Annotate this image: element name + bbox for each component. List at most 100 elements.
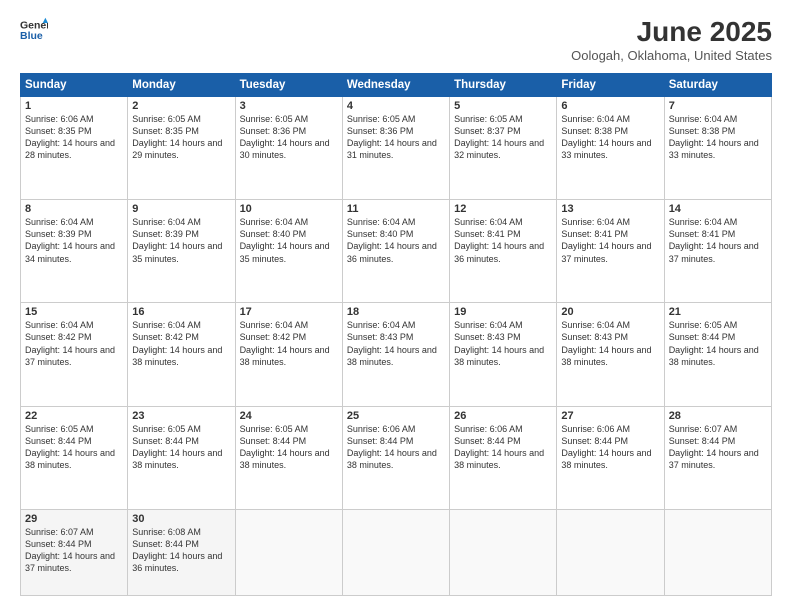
title-area: June 2025 Oologah, Oklahoma, United Stat… — [571, 16, 772, 63]
day-info: Sunrise: 6:04 AMSunset: 8:42 PMDaylight:… — [25, 319, 123, 368]
week-row-4: 22 Sunrise: 6:05 AMSunset: 8:44 PMDaylig… — [21, 406, 772, 509]
day-info: Sunrise: 6:05 AMSunset: 8:35 PMDaylight:… — [132, 113, 230, 162]
day-info: Sunrise: 6:05 AMSunset: 8:36 PMDaylight:… — [240, 113, 338, 162]
day-cell: 11 Sunrise: 6:04 AMSunset: 8:40 PMDaylig… — [342, 200, 449, 303]
day-number: 17 — [240, 306, 338, 318]
day-cell: 8 Sunrise: 6:04 AMSunset: 8:39 PMDayligh… — [21, 200, 128, 303]
day-info: Sunrise: 6:06 AMSunset: 8:44 PMDaylight:… — [454, 423, 552, 472]
day-cell: 6 Sunrise: 6:04 AMSunset: 8:38 PMDayligh… — [557, 97, 664, 200]
day-number: 4 — [347, 100, 445, 112]
day-info: Sunrise: 6:06 AMSunset: 8:35 PMDaylight:… — [25, 113, 123, 162]
day-cell: 17 Sunrise: 6:04 AMSunset: 8:42 PMDaylig… — [235, 303, 342, 406]
logo-icon: General Blue — [20, 16, 48, 44]
col-thursday: Thursday — [450, 74, 557, 97]
day-number: 19 — [454, 306, 552, 318]
day-number: 5 — [454, 100, 552, 112]
day-number: 30 — [132, 513, 230, 525]
day-info: Sunrise: 6:04 AMSunset: 8:43 PMDaylight:… — [347, 319, 445, 368]
day-info: Sunrise: 6:04 AMSunset: 8:43 PMDaylight:… — [561, 319, 659, 368]
day-cell: 22 Sunrise: 6:05 AMSunset: 8:44 PMDaylig… — [21, 406, 128, 509]
day-number: 11 — [347, 203, 445, 215]
day-cell: 27 Sunrise: 6:06 AMSunset: 8:44 PMDaylig… — [557, 406, 664, 509]
day-number: 10 — [240, 203, 338, 215]
col-friday: Friday — [557, 74, 664, 97]
day-info: Sunrise: 6:04 AMSunset: 8:42 PMDaylight:… — [132, 319, 230, 368]
month-title: June 2025 — [571, 16, 772, 48]
day-info: Sunrise: 6:07 AMSunset: 8:44 PMDaylight:… — [25, 526, 123, 575]
col-wednesday: Wednesday — [342, 74, 449, 97]
day-number: 1 — [25, 100, 123, 112]
day-cell — [557, 509, 664, 595]
day-cell: 30 Sunrise: 6:08 AMSunset: 8:44 PMDaylig… — [128, 509, 235, 595]
day-cell: 10 Sunrise: 6:04 AMSunset: 8:40 PMDaylig… — [235, 200, 342, 303]
day-cell — [342, 509, 449, 595]
day-number: 7 — [669, 100, 767, 112]
day-number: 29 — [25, 513, 123, 525]
day-info: Sunrise: 6:06 AMSunset: 8:44 PMDaylight:… — [347, 423, 445, 472]
day-cell: 19 Sunrise: 6:04 AMSunset: 8:43 PMDaylig… — [450, 303, 557, 406]
day-info: Sunrise: 6:04 AMSunset: 8:39 PMDaylight:… — [25, 216, 123, 265]
day-number: 14 — [669, 203, 767, 215]
header-row: Sunday Monday Tuesday Wednesday Thursday… — [21, 74, 772, 97]
day-info: Sunrise: 6:05 AMSunset: 8:44 PMDaylight:… — [240, 423, 338, 472]
day-info: Sunrise: 6:04 AMSunset: 8:41 PMDaylight:… — [561, 216, 659, 265]
day-cell: 18 Sunrise: 6:04 AMSunset: 8:43 PMDaylig… — [342, 303, 449, 406]
day-info: Sunrise: 6:04 AMSunset: 8:41 PMDaylight:… — [454, 216, 552, 265]
day-cell — [664, 509, 771, 595]
day-cell: 7 Sunrise: 6:04 AMSunset: 8:38 PMDayligh… — [664, 97, 771, 200]
day-number: 16 — [132, 306, 230, 318]
day-number: 8 — [25, 203, 123, 215]
day-info: Sunrise: 6:04 AMSunset: 8:38 PMDaylight:… — [561, 113, 659, 162]
day-number: 2 — [132, 100, 230, 112]
day-number: 26 — [454, 410, 552, 422]
day-cell: 20 Sunrise: 6:04 AMSunset: 8:43 PMDaylig… — [557, 303, 664, 406]
day-cell: 9 Sunrise: 6:04 AMSunset: 8:39 PMDayligh… — [128, 200, 235, 303]
svg-text:Blue: Blue — [20, 30, 43, 42]
day-number: 21 — [669, 306, 767, 318]
day-cell: 26 Sunrise: 6:06 AMSunset: 8:44 PMDaylig… — [450, 406, 557, 509]
day-info: Sunrise: 6:08 AMSunset: 8:44 PMDaylight:… — [132, 526, 230, 575]
day-info: Sunrise: 6:05 AMSunset: 8:44 PMDaylight:… — [132, 423, 230, 472]
week-row-2: 8 Sunrise: 6:04 AMSunset: 8:39 PMDayligh… — [21, 200, 772, 303]
week-row-1: 1 Sunrise: 6:06 AMSunset: 8:35 PMDayligh… — [21, 97, 772, 200]
day-cell: 28 Sunrise: 6:07 AMSunset: 8:44 PMDaylig… — [664, 406, 771, 509]
day-info: Sunrise: 6:05 AMSunset: 8:37 PMDaylight:… — [454, 113, 552, 162]
day-number: 6 — [561, 100, 659, 112]
day-info: Sunrise: 6:04 AMSunset: 8:39 PMDaylight:… — [132, 216, 230, 265]
day-cell: 29 Sunrise: 6:07 AMSunset: 8:44 PMDaylig… — [21, 509, 128, 595]
day-number: 3 — [240, 100, 338, 112]
day-number: 28 — [669, 410, 767, 422]
day-info: Sunrise: 6:04 AMSunset: 8:40 PMDaylight:… — [240, 216, 338, 265]
day-info: Sunrise: 6:06 AMSunset: 8:44 PMDaylight:… — [561, 423, 659, 472]
day-info: Sunrise: 6:04 AMSunset: 8:41 PMDaylight:… — [669, 216, 767, 265]
week-row-3: 15 Sunrise: 6:04 AMSunset: 8:42 PMDaylig… — [21, 303, 772, 406]
page: General Blue June 2025 Oologah, Oklahoma… — [0, 0, 792, 612]
location: Oologah, Oklahoma, United States — [571, 48, 772, 63]
col-sunday: Sunday — [21, 74, 128, 97]
col-tuesday: Tuesday — [235, 74, 342, 97]
day-number: 22 — [25, 410, 123, 422]
logo: General Blue — [20, 16, 48, 44]
day-number: 18 — [347, 306, 445, 318]
day-cell: 25 Sunrise: 6:06 AMSunset: 8:44 PMDaylig… — [342, 406, 449, 509]
day-info: Sunrise: 6:04 AMSunset: 8:42 PMDaylight:… — [240, 319, 338, 368]
day-cell: 24 Sunrise: 6:05 AMSunset: 8:44 PMDaylig… — [235, 406, 342, 509]
col-monday: Monday — [128, 74, 235, 97]
day-number: 13 — [561, 203, 659, 215]
day-cell: 23 Sunrise: 6:05 AMSunset: 8:44 PMDaylig… — [128, 406, 235, 509]
day-cell: 3 Sunrise: 6:05 AMSunset: 8:36 PMDayligh… — [235, 97, 342, 200]
col-saturday: Saturday — [664, 74, 771, 97]
day-info: Sunrise: 6:05 AMSunset: 8:36 PMDaylight:… — [347, 113, 445, 162]
day-number: 27 — [561, 410, 659, 422]
day-cell: 15 Sunrise: 6:04 AMSunset: 8:42 PMDaylig… — [21, 303, 128, 406]
day-cell: 5 Sunrise: 6:05 AMSunset: 8:37 PMDayligh… — [450, 97, 557, 200]
day-number: 15 — [25, 306, 123, 318]
day-cell — [235, 509, 342, 595]
day-info: Sunrise: 6:05 AMSunset: 8:44 PMDaylight:… — [25, 423, 123, 472]
day-cell: 16 Sunrise: 6:04 AMSunset: 8:42 PMDaylig… — [128, 303, 235, 406]
day-number: 9 — [132, 203, 230, 215]
calendar-table: Sunday Monday Tuesday Wednesday Thursday… — [20, 73, 772, 596]
day-cell: 21 Sunrise: 6:05 AMSunset: 8:44 PMDaylig… — [664, 303, 771, 406]
day-cell: 1 Sunrise: 6:06 AMSunset: 8:35 PMDayligh… — [21, 97, 128, 200]
day-cell: 2 Sunrise: 6:05 AMSunset: 8:35 PMDayligh… — [128, 97, 235, 200]
